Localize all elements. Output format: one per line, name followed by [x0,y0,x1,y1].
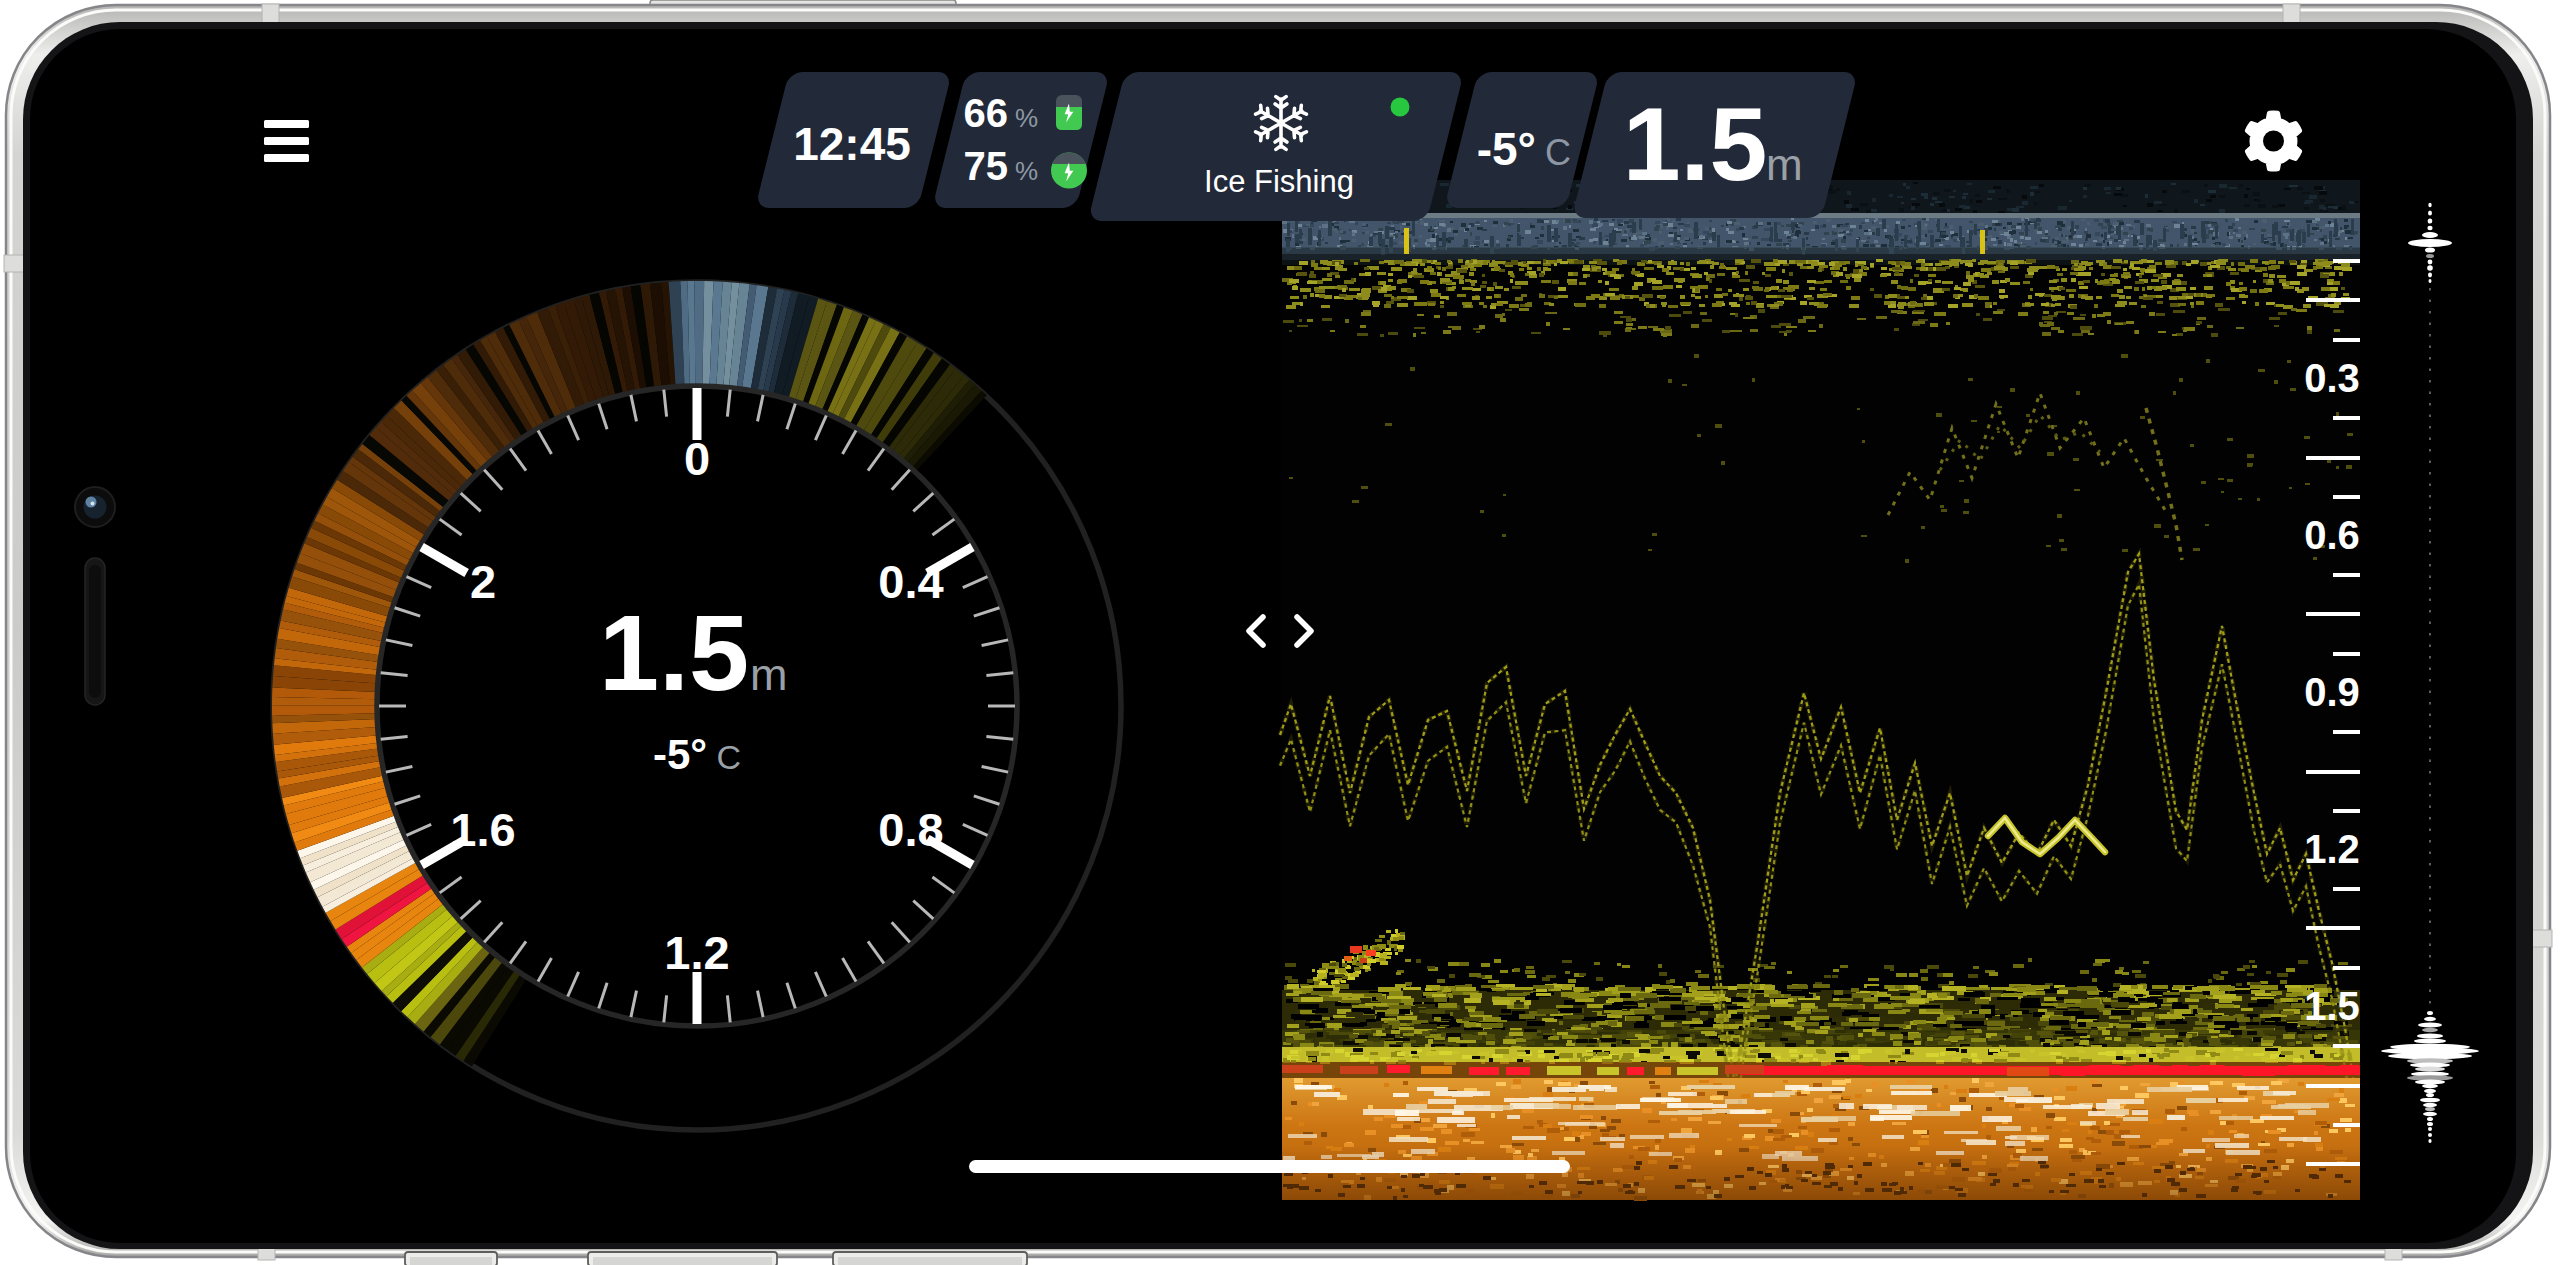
svg-text:1.5: 1.5 [2304,984,2360,1028]
svg-text:0.6: 0.6 [2304,513,2360,557]
svg-text:0.4: 0.4 [878,555,943,608]
svg-text:-5°: -5° [1477,123,1536,175]
svg-text:75: 75 [964,144,1009,188]
svg-text:0.8: 0.8 [878,803,943,856]
svg-text:Ice Fishing: Ice Fishing [1204,164,1354,199]
svg-text:1.6: 1.6 [450,803,515,856]
svg-text:1.2: 1.2 [2304,827,2360,871]
svg-text:2: 2 [470,555,496,608]
svg-text:0.3: 0.3 [2304,356,2360,400]
svg-text:1.5: 1.5 [1623,86,1768,202]
svg-text:m: m [750,649,788,700]
svg-text:0.9: 0.9 [2304,670,2360,714]
svg-text:0: 0 [684,432,710,485]
svg-text:1.2: 1.2 [664,926,729,979]
svg-text:%: % [1015,103,1038,133]
svg-text:-5° C: -5° C [653,731,741,778]
svg-text:1.5: 1.5 [599,592,749,713]
svg-text:12:45: 12:45 [793,118,911,170]
svg-text:C: C [1545,132,1571,173]
svg-text:m: m [1766,140,1803,189]
svg-text:%: % [1015,156,1038,186]
svg-text:66: 66 [964,91,1009,135]
